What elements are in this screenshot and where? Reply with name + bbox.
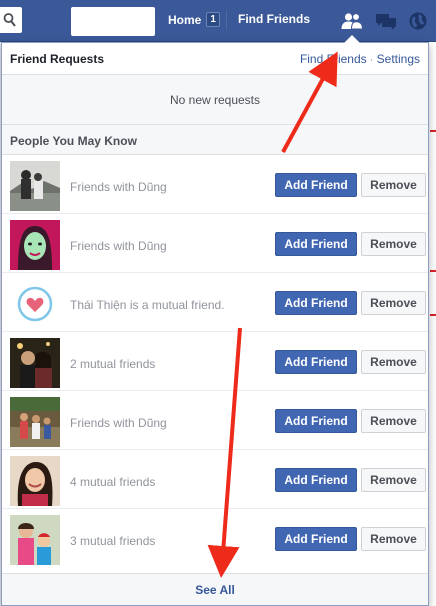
list-item: Friends with Dũng Add Friend Remove (2, 391, 428, 450)
search-input[interactable] (0, 7, 22, 33)
remove-button[interactable]: Remove (361, 409, 426, 433)
section-title: People You May Know (2, 125, 428, 155)
search-icon (3, 12, 17, 31)
dropdown-caret (344, 35, 360, 43)
mutual-info: 2 mutual friends (70, 357, 156, 371)
remove-button[interactable]: Remove (361, 232, 426, 256)
background-page-edge (428, 42, 436, 606)
profile-name-box[interactable] (71, 7, 155, 36)
add-friend-button[interactable]: Add Friend (275, 409, 357, 433)
list-item: Friends with Dũng Add Friend Remove (2, 214, 428, 273)
home-count-badge: 1 (206, 12, 220, 27)
avatar[interactable] (10, 397, 60, 447)
avatar[interactable] (10, 220, 60, 270)
friend-requests-icon[interactable] (338, 7, 366, 35)
nav-find-friends-link[interactable]: Find Friends (238, 12, 310, 26)
avatar[interactable] (10, 279, 60, 329)
avatar[interactable] (10, 456, 60, 506)
avatar[interactable] (10, 338, 60, 388)
remove-button[interactable]: Remove (361, 350, 426, 374)
avatar[interactable] (10, 161, 60, 211)
add-friend-button[interactable]: Add Friend (275, 468, 357, 492)
dropdown-title: Friend Requests (10, 51, 105, 66)
list-item: Thái Thiện is a mutual friend. Add Frien… (2, 273, 428, 332)
mutual-info: 4 mutual friends (70, 475, 156, 489)
see-all-link[interactable]: See All (2, 573, 428, 605)
dropdown-header: Friend Requests Find Friends · Settings (2, 43, 428, 75)
avatar[interactable] (10, 515, 60, 565)
notifications-globe-icon[interactable] (404, 7, 432, 35)
remove-button[interactable]: Remove (361, 173, 426, 197)
find-friends-link[interactable]: Find Friends (300, 52, 367, 66)
settings-link[interactable]: Settings (377, 52, 420, 66)
header-links: Find Friends · Settings (300, 52, 420, 66)
mutual-info: Friends with Dũng (70, 416, 167, 430)
no-requests-message: No new requests (2, 75, 428, 125)
link-separator: · (369, 51, 374, 66)
top-nav-bar: Home 1 Find Friends (0, 0, 436, 42)
friend-requests-dropdown: Friend Requests Find Friends · Settings No… (1, 42, 429, 606)
add-friend-button[interactable]: Add Friend (275, 173, 357, 197)
add-friend-button[interactable]: Add Friend (275, 350, 357, 374)
mutual-info: Friends with Dũng (70, 180, 167, 194)
nav-home-link[interactable]: Home 1 (168, 12, 220, 27)
nav-divider (226, 10, 227, 30)
list-item: Friends with Dũng Add Friend Remove (2, 155, 428, 214)
mutual-info: 3 mutual friends (70, 534, 156, 548)
mutual-info: Friends with Dũng (70, 239, 167, 253)
list-item: 3 mutual friends Add Friend Remove (2, 509, 428, 568)
remove-button[interactable]: Remove (361, 527, 426, 551)
add-friend-button[interactable]: Add Friend (275, 527, 357, 551)
messages-icon[interactable] (372, 7, 400, 35)
list-item: 4 mutual friends Add Friend Remove (2, 450, 428, 509)
add-friend-button[interactable]: Add Friend (275, 232, 357, 256)
home-label: Home (168, 12, 202, 27)
remove-button[interactable]: Remove (361, 468, 426, 492)
people-you-may-know-list: Friends with Dũng Add Friend Remove Frie… (2, 155, 428, 568)
mutual-info: Thái Thiện is a mutual friend. (70, 298, 225, 312)
remove-button[interactable]: Remove (361, 291, 426, 315)
add-friend-button[interactable]: Add Friend (275, 291, 357, 315)
list-item: 2 mutual friends Add Friend Remove (2, 332, 428, 391)
